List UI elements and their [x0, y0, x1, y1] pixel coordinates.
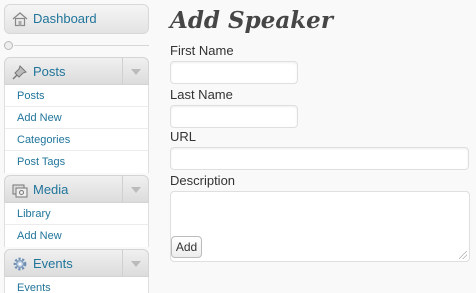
- posts-toggle[interactable]: [122, 58, 148, 84]
- last-name-label: Last Name: [170, 87, 233, 102]
- menu-separator: [4, 41, 149, 50]
- menu-media-label: Media: [33, 182, 69, 197]
- submenu-item-add-new-post[interactable]: Add New: [5, 107, 148, 129]
- submenu-item-library[interactable]: Library: [5, 203, 148, 225]
- events-toggle[interactable]: [122, 250, 148, 276]
- menu-events-label: Events: [33, 256, 73, 271]
- submenu-item-categories[interactable]: Categories: [5, 129, 148, 151]
- pushpin-icon: [12, 65, 27, 80]
- menu-media[interactable]: Media: [4, 175, 149, 203]
- description-label: Description: [170, 173, 236, 188]
- first-name-field[interactable]: [170, 61, 298, 84]
- description-textarea[interactable]: [170, 191, 470, 262]
- media-toggle[interactable]: [122, 176, 148, 202]
- admin-sidebar: Dashboard Posts Posts Add New Categories…: [0, 0, 150, 293]
- add-speaker-form: Add Speaker First Name Last Name URL Des…: [170, 0, 476, 293]
- chevron-down-icon: [131, 187, 141, 193]
- submenu-item-posts[interactable]: Posts: [5, 85, 148, 107]
- submenu-item-add-new-media[interactable]: Add New: [5, 225, 148, 247]
- chevron-down-icon: [131, 261, 141, 267]
- menu-posts-label: Posts: [33, 64, 66, 79]
- chevron-down-icon: [131, 69, 141, 75]
- gear-icon: [13, 257, 27, 271]
- first-name-label: First Name: [170, 43, 234, 58]
- submenu-item-events[interactable]: Events: [5, 277, 148, 293]
- page-title: Add Speaker: [170, 7, 333, 34]
- media-submenu: Library Add New: [4, 203, 149, 247]
- submenu-item-post-tags[interactable]: Post Tags: [5, 151, 148, 173]
- last-name-field[interactable]: [170, 105, 298, 128]
- menu-posts[interactable]: Posts: [4, 57, 149, 85]
- url-field[interactable]: [170, 147, 469, 170]
- house-icon: [12, 12, 28, 27]
- url-label: URL: [170, 129, 197, 144]
- events-submenu: Events: [4, 277, 149, 293]
- menu-dashboard[interactable]: Dashboard: [4, 4, 149, 34]
- collapse-icon[interactable]: [4, 41, 13, 50]
- menu-events[interactable]: Events: [4, 249, 149, 277]
- posts-submenu: Posts Add New Categories Post Tags: [4, 85, 149, 173]
- add-button[interactable]: Add: [171, 236, 202, 258]
- menu-dashboard-label: Dashboard: [33, 11, 97, 26]
- media-icon: [12, 184, 28, 198]
- resize-handle-icon[interactable]: [459, 251, 467, 259]
